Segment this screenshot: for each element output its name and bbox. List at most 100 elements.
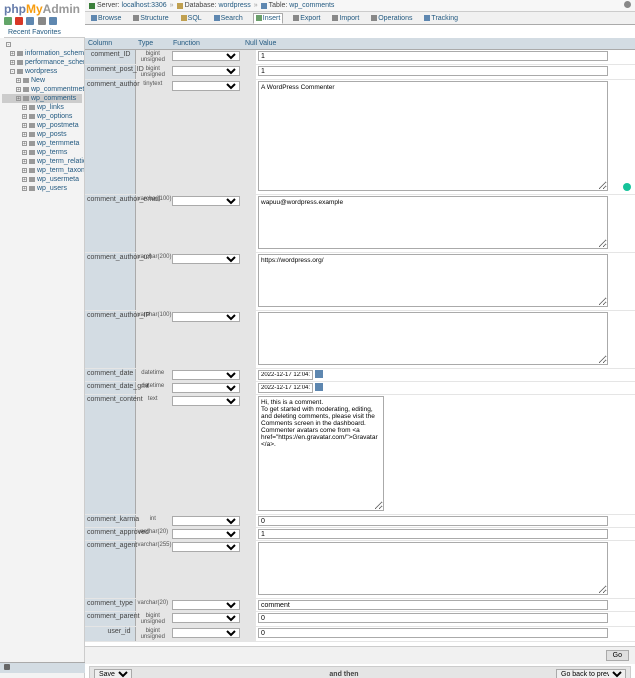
db-table-icon (29, 141, 35, 146)
sidebar-item-wp-postmeta[interactable]: +wp_postmeta (2, 121, 82, 130)
plus-icon[interactable]: + (22, 177, 27, 182)
function-select-comment_ID[interactable] (172, 51, 240, 61)
function-select-comment_date_gmt[interactable] (172, 383, 240, 393)
null-cell (242, 253, 256, 311)
plus-icon[interactable]: + (22, 123, 27, 128)
input-comment_type[interactable] (258, 600, 608, 610)
minus-icon[interactable]: - (10, 69, 15, 74)
input-comment_author[interactable]: A WordPress Commenter (258, 81, 608, 191)
sidebar-item-performance-schema[interactable]: +performance_schema (2, 58, 82, 67)
function-select-comment_type[interactable] (172, 600, 240, 610)
db-table-icon (17, 51, 23, 56)
bc-server[interactable]: localhost:3306 (122, 2, 167, 9)
sidebar-item-wp-users[interactable]: +wp_users (2, 184, 82, 193)
tab-search[interactable]: Search (212, 14, 245, 23)
logo[interactable]: phpMyAdmin (4, 2, 85, 16)
bc-db[interactable]: wordpress (218, 2, 250, 9)
plus-icon[interactable]: + (22, 114, 27, 119)
sidebar-item-wp-posts[interactable]: +wp_posts (2, 130, 82, 139)
plus-icon[interactable]: + (16, 96, 21, 101)
input-user_id[interactable] (258, 628, 608, 638)
calendar-icon[interactable] (315, 370, 323, 378)
sidebar-item-wordpress[interactable]: -wordpress (2, 67, 82, 76)
function-select-comment_date[interactable] (172, 370, 240, 380)
null-cell (242, 541, 256, 599)
col-type-label: datetime (135, 369, 170, 382)
plus-icon[interactable]: + (22, 186, 27, 191)
function-select-comment_author_email[interactable] (172, 196, 240, 206)
function-select-user_id[interactable] (172, 628, 240, 638)
function-select-comment_author[interactable] (172, 81, 240, 91)
go-button[interactable]: Go (606, 650, 629, 661)
bc-table[interactable]: wp_comments (289, 2, 334, 9)
tab-browse[interactable]: Browse (89, 14, 123, 23)
sidebar-item-wp-terms[interactable]: +wp_terms (2, 148, 82, 157)
tab-operations[interactable]: Operations (369, 14, 414, 23)
gear-icon[interactable] (624, 1, 631, 8)
input-comment_ID[interactable] (258, 51, 608, 61)
plus-icon[interactable]: + (22, 132, 27, 137)
tab-structure[interactable]: Structure (131, 14, 170, 23)
plus-icon[interactable]: + (22, 159, 27, 164)
plus-icon[interactable]: + (16, 87, 21, 92)
home-icon[interactable] (4, 17, 12, 25)
after-action-select[interactable]: Save (94, 669, 132, 678)
nav-settings-icon[interactable] (38, 17, 46, 25)
tab-sql[interactable]: SQL (179, 14, 204, 23)
sidebar-item-wp-usermeta[interactable]: +wp_usermeta (2, 175, 82, 184)
input-comment_karma[interactable] (258, 516, 608, 526)
input-comment_author_email[interactable]: wapuu@wordpress.example (258, 196, 608, 249)
function-select-comment_post_ID[interactable] (172, 66, 240, 76)
sidebar-item-wp-options[interactable]: +wp_options (2, 112, 82, 121)
after-goback-select[interactable]: Go back to previous page (556, 669, 626, 678)
plus-icon[interactable]: + (22, 168, 27, 173)
tab-tracking[interactable]: Tracking (422, 14, 460, 23)
input-comment_parent[interactable] (258, 613, 608, 623)
sidebar-item-wp-comments[interactable]: +wp_comments (2, 94, 82, 103)
logout-icon[interactable] (15, 17, 23, 25)
sidebar-item-wp-commentmeta[interactable]: +wp_commentmeta (2, 85, 82, 94)
tree-root[interactable]: - (2, 40, 82, 49)
input-comment_post_ID[interactable] (258, 66, 608, 76)
input-comment_author_IP[interactable] (258, 312, 608, 365)
sidebar-item-information-schema[interactable]: +information_schema (2, 49, 82, 58)
function-select-comment_content[interactable] (172, 396, 240, 406)
sidebar-item-wp-termmeta[interactable]: +wp_termmeta (2, 139, 82, 148)
function-select-comment_author_IP[interactable] (172, 312, 240, 322)
plus-icon[interactable]: + (22, 105, 27, 110)
plus-icon[interactable]: + (10, 60, 15, 65)
plus-icon[interactable]: + (22, 141, 27, 146)
db-table-icon (29, 132, 35, 137)
function-select-comment_agent[interactable] (172, 542, 240, 552)
sidebar-item-wp-term-taxonomy[interactable]: +wp_term_taxonomy (2, 166, 82, 175)
tab-export[interactable]: Export (291, 14, 322, 23)
plus-icon[interactable]: + (22, 150, 27, 155)
minus-icon[interactable]: - (6, 42, 11, 47)
input-comment_date_gmt[interactable] (258, 383, 313, 393)
function-select-comment_author_url[interactable] (172, 254, 240, 264)
input-comment_author_url[interactable]: https://wordpress.org/ (258, 254, 608, 307)
sidebar-item-New[interactable]: +New (2, 76, 82, 85)
console-bar[interactable] (0, 662, 85, 673)
col-type-label: datetime (135, 382, 170, 395)
function-select-comment_parent[interactable] (172, 613, 240, 623)
calendar-icon[interactable] (315, 383, 323, 391)
function-select-comment_karma[interactable] (172, 516, 240, 526)
sidebar-item-wp-links[interactable]: +wp_links (2, 103, 82, 112)
row-comment-type: comment_typevarchar(20) (85, 599, 635, 612)
function-select-comment_approved[interactable] (172, 529, 240, 539)
recent-favorites[interactable]: Recent Favorites (4, 27, 85, 38)
reload-icon[interactable] (49, 17, 57, 25)
input-comment_date[interactable] (258, 370, 313, 380)
tab-import[interactable]: Import (330, 14, 361, 23)
plus-icon[interactable]: + (16, 78, 21, 83)
tab-insert[interactable]: Insert (253, 13, 284, 24)
db-table-icon (29, 186, 35, 191)
input-comment_agent[interactable] (258, 542, 608, 595)
sidebar-item-wp-term-relationships[interactable]: +wp_term_relationships (2, 157, 82, 166)
docs-icon[interactable] (26, 17, 34, 25)
plus-icon[interactable]: + (10, 51, 15, 56)
database-icon (177, 3, 183, 9)
input-comment_approved[interactable] (258, 529, 608, 539)
input-comment_content[interactable]: Hi, this is a comment. To get started wi… (258, 396, 384, 511)
